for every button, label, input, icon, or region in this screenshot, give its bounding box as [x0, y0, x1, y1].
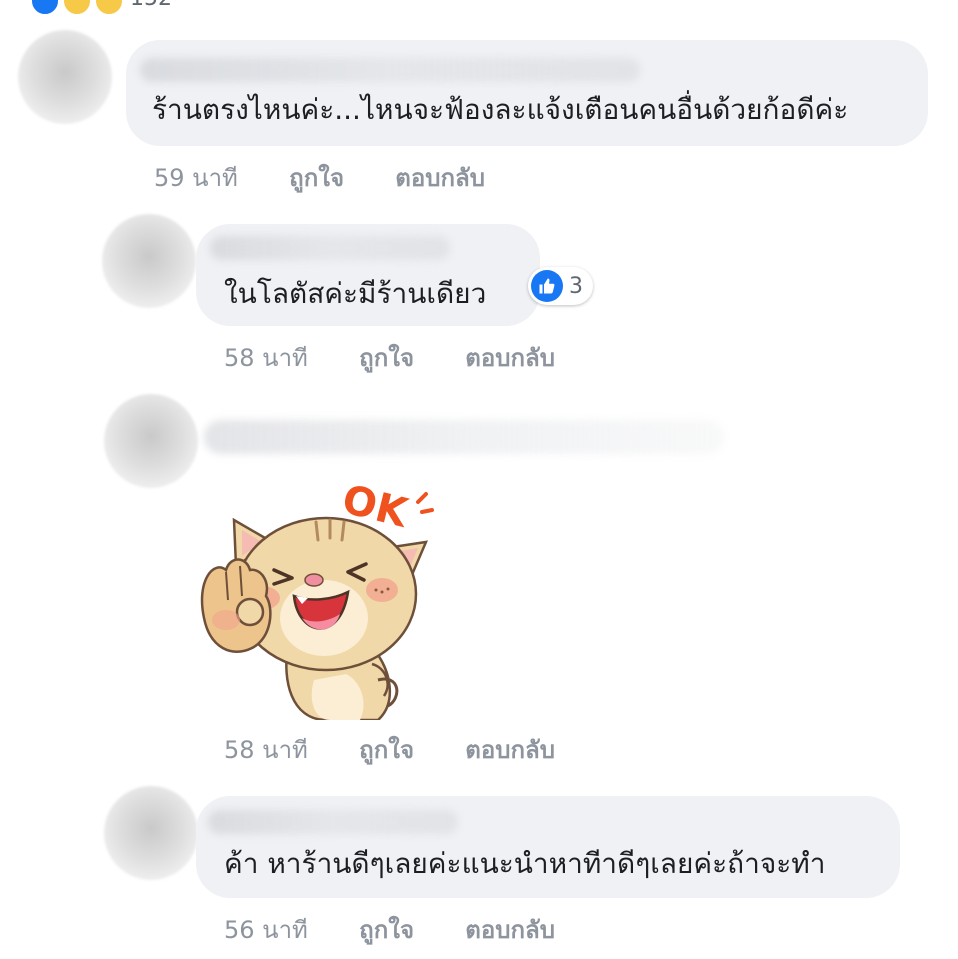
commenter-name-blurred[interactable] [208, 810, 458, 834]
sad-reaction-icon [94, 0, 124, 16]
ok-cat-sticker[interactable]: OK [196, 468, 436, 720]
comment-bubble: ร้านตรงไหนค่ะ...ไหนจะฟ้องละแจ้งเตือนคนอื… [126, 40, 928, 146]
avatar[interactable] [104, 394, 198, 488]
like-link[interactable]: ถูกใจ [359, 344, 414, 372]
wow-reaction-icon [62, 0, 92, 16]
comment-bubble: ในโลตัสค่ะมีร้านเดียว [196, 224, 540, 326]
reply-link[interactable]: ตอบกลับ [465, 344, 555, 372]
commenter-name-blurred[interactable] [140, 58, 640, 82]
comment-time[interactable]: 58 นาที [224, 344, 308, 372]
comment-text: ร้านตรงไหนค่ะ...ไหนจะฟ้องละแจ้งเตือนคนอื… [152, 93, 849, 126]
avatar[interactable] [102, 214, 196, 308]
like-count: 3 [569, 273, 583, 299]
comment-text: ในโลตัสค่ะมีร้านเดียว [224, 277, 487, 310]
comment-meta: 58 นาที ถูกใจ ตอบกลับ [224, 730, 555, 769]
like-link[interactable]: ถูกใจ [359, 736, 414, 764]
avatar[interactable] [104, 786, 198, 880]
reply-link[interactable]: ตอบกลับ [465, 736, 555, 764]
commenter-name-blurred[interactable] [204, 420, 724, 454]
comment-time[interactable]: 59 นาที [154, 164, 238, 192]
like-link[interactable]: ถูกใจ [359, 916, 414, 944]
reaction-count[interactable]: 152 [130, 0, 172, 11]
like-link[interactable]: ถูกใจ [289, 164, 344, 192]
reply-link[interactable]: ตอบกลับ [395, 164, 485, 192]
comment-meta: 59 นาที ถูกใจ ตอบกลับ [154, 158, 485, 197]
commenter-name-blurred[interactable] [210, 236, 450, 260]
comment-time[interactable]: 56 นาที [224, 916, 308, 944]
comment-meta: 58 นาที ถูกใจ ตอบกลับ [224, 338, 555, 377]
comment-text: ค้า หาร้านดีๆเลยค่ะแนะนำหาทีาดีๆเลยค่ะถ้… [224, 847, 826, 880]
comment-time[interactable]: 58 นาที [224, 736, 308, 764]
thumbs-up-icon [531, 270, 563, 302]
reply-link[interactable]: ตอบกลับ [465, 916, 555, 944]
like-reaction-icon [30, 0, 60, 16]
avatar[interactable] [18, 30, 112, 124]
comment-meta: 56 นาที ถูกใจ ตอบกลับ [224, 910, 555, 949]
comment-like-badge[interactable]: 3 [528, 267, 593, 305]
comment-bubble: ค้า หาร้านดีๆเลยค่ะแนะนำหาทีาดีๆเลยค่ะถ้… [196, 796, 900, 898]
